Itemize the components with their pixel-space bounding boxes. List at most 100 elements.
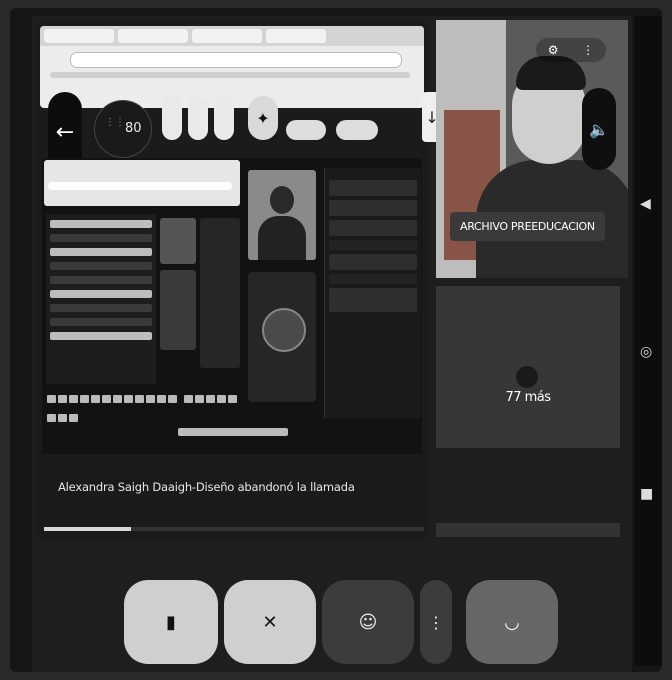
participants-button[interactable]: ⋮⋮ 80 [94,100,152,158]
panel-option [329,274,417,284]
presentation-progress-bar [44,527,424,531]
mic-off-icon: ✕ [262,611,278,633]
toolbar-chip[interactable] [162,96,182,140]
nested-participant-video [248,170,316,260]
toolbar-chip[interactable] [214,96,234,140]
participants-count: 80 [125,121,142,136]
reactions-button[interactable]: ☺ [322,580,414,664]
triangle-back-icon[interactable]: ◀ [640,196,651,212]
avatar [262,308,306,352]
more-participants-tile[interactable]: 77 más [436,286,620,448]
nested-settings-panel [324,168,421,418]
nested-browser-window [44,160,240,206]
key [113,395,122,403]
key [91,395,100,403]
toolbar-pill[interactable] [336,120,378,140]
key [184,395,194,403]
spark-icon: ✦ [256,108,270,128]
pin-icon: ⚙ [547,43,559,57]
speaker-icon: 🔈 [589,119,609,139]
content-row [50,290,152,298]
key [157,395,166,403]
avatar [516,366,538,388]
arrow-left-icon: ← [55,119,75,145]
content-row [50,332,152,340]
browser-tab [44,29,114,43]
panel-option [329,240,417,250]
spark-button[interactable]: ✦ [248,96,278,140]
nested-page-content [46,214,156,384]
presented-browser-window [40,26,424,108]
speaker-button[interactable]: 🔈 [582,88,616,170]
apps-grid-icon: ⋮⋮ [105,117,125,128]
key [195,395,205,403]
key [58,414,67,422]
browser-bookmarks-bar [50,72,410,78]
key [69,395,78,403]
nested-video-thumbnail [160,218,196,264]
system-navigation-bar: ◀ ◎ ■ [634,16,662,666]
panel-option [329,288,417,312]
key [58,395,67,403]
nested-address-bar [48,182,232,190]
panel-title [325,168,421,176]
browser-address-bar [70,52,402,68]
camera-toggle-button[interactable]: ▮ [124,580,218,664]
emoji-icon: ☺ [358,611,378,633]
more-vert-icon: ⋮ [428,612,444,632]
key [69,414,78,422]
leave-call-button[interactable]: ◡ [466,580,558,664]
more-participants-label: 77 más [505,390,551,405]
key [146,395,155,403]
nested-controls-strip [178,428,288,436]
left-call-notification: Alexandra Saigh Daaigh-Diseño abandonó l… [58,480,355,494]
key [206,395,216,403]
key [102,395,111,403]
person-body [258,216,306,260]
nested-video-thumbnail [160,270,196,350]
more-options-button[interactable]: ⋮ [420,580,452,664]
key [47,414,56,422]
shared-screen-content [42,158,422,454]
meet-call-screen: ← ⋮⋮ 80 ✦ ↓ Alexandra Saigh Daaigh-Diseñ… [32,16,632,672]
call-controls-bar: ▮ ✕ ☺ ⋮ ◡ [32,576,632,672]
content-row [50,318,152,326]
nested-participant-tile [248,272,316,402]
key [135,395,144,403]
signal-icon: ⋮ [582,43,595,57]
microphone-toggle-button[interactable]: ✕ [224,580,316,664]
browser-tab-strip [40,26,424,46]
key [217,395,227,403]
nested-side-panel [200,218,240,368]
panel-option [329,220,417,236]
content-row [50,234,152,242]
circle-home-icon[interactable]: ◎ [640,344,652,360]
presentation-tile[interactable]: ← ⋮⋮ 80 ✦ ↓ Alexandra Saigh Daaigh-Diseñ… [36,22,442,538]
tile-status-icons: ⚙ ⋮ [536,38,606,62]
content-row [50,262,152,270]
browser-tab [266,29,326,43]
tablet-frame: ← ⋮⋮ 80 ✦ ↓ Alexandra Saigh Daaigh-Diseñ… [10,8,662,672]
key [168,395,177,403]
browser-tab [192,29,262,43]
panel-option [329,180,417,196]
browser-tab [118,29,188,43]
hang-up-icon: ◡ [504,611,520,633]
content-row [50,304,152,312]
square-recent-icon[interactable]: ■ [640,486,653,502]
panel-option [329,200,417,216]
content-row [50,220,152,228]
content-row [50,276,152,284]
participant-name-label: ARCHIVO PREEDUCACION [450,212,605,241]
toolbar-chip[interactable] [188,96,208,140]
camera-off-icon: ▮ [166,611,176,633]
key [80,395,89,403]
presentation-progress-fill [44,527,132,531]
key [228,395,238,403]
key [47,395,56,403]
tile-footer-bar [436,523,620,537]
key [124,395,133,403]
panel-option [329,254,417,270]
toolbar-pill[interactable] [286,120,326,140]
content-row [50,248,152,256]
